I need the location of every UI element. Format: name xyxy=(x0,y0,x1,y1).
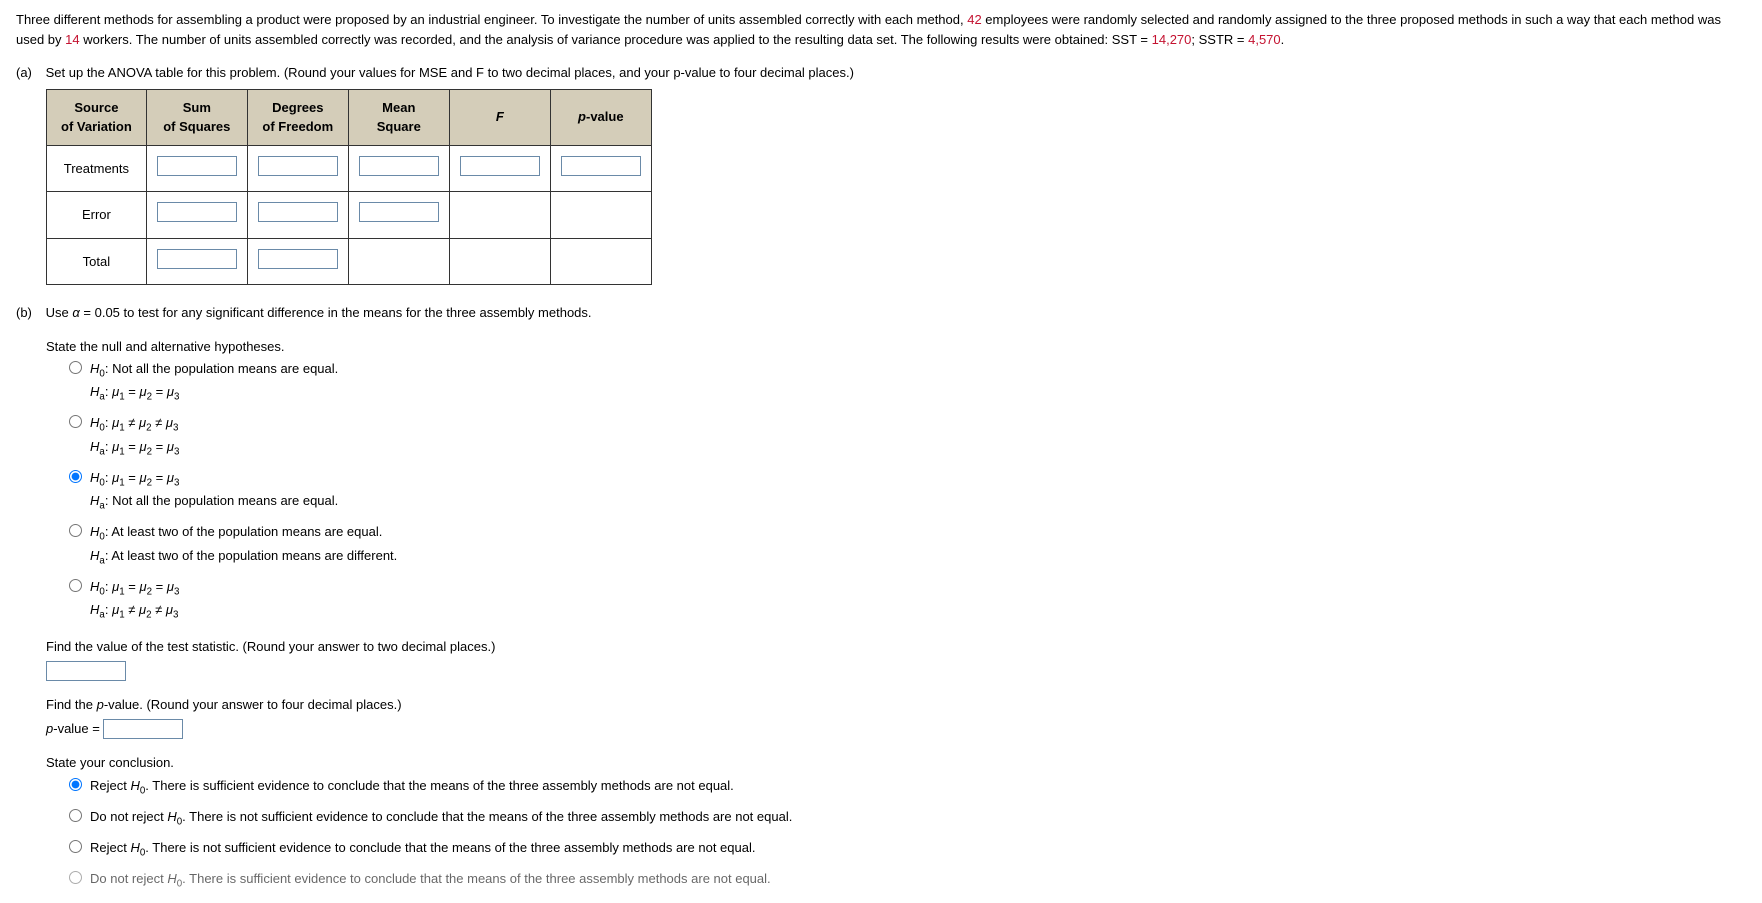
intro-5: . xyxy=(1281,32,1285,47)
radio-hyp-4[interactable] xyxy=(69,524,82,537)
th-source: Source of Variation xyxy=(47,89,147,145)
hyp-option-5: H0: μ1 = μ2 = μ3 Ha: μ1 ≠ μ2 ≠ μ3 xyxy=(64,577,1746,623)
question-intro: Three different methods for assembling a… xyxy=(16,10,1746,49)
num-employees: 42 xyxy=(967,12,981,27)
find-p-text: Find the p-value. (Round your answer to … xyxy=(46,695,1746,715)
th-ss: Sum of Squares xyxy=(146,89,247,145)
conclusion-option-1: Reject H0. There is sufficient evidence … xyxy=(64,776,1746,799)
p-value-label: p-value = xyxy=(46,721,103,736)
input-test-statistic[interactable] xyxy=(46,661,126,681)
hyp-option-4: H0: At least two of the population means… xyxy=(64,522,1746,568)
anova-table: Source of Variation Sum of Squares Degre… xyxy=(46,89,652,286)
th-f: F xyxy=(449,89,550,145)
sst-value: 14,270 xyxy=(1152,32,1192,47)
radio-hyp-1[interactable] xyxy=(69,361,82,374)
radio-hyp-3[interactable] xyxy=(69,470,82,483)
part-b: (b) Use α = 0.05 to test for any signifi… xyxy=(16,303,1746,893)
num-workers: 14 xyxy=(65,32,79,47)
intro-4: ; SSTR = xyxy=(1191,32,1248,47)
input-err-ms[interactable] xyxy=(359,202,439,222)
part-b-text: Use α = 0.05 to test for any significant… xyxy=(46,305,592,320)
conclusion-option-2: Do not reject H0. There is not sufficien… xyxy=(64,807,1746,830)
part-b-label: (b) xyxy=(16,303,42,323)
intro-1: Three different methods for assembling a… xyxy=(16,12,967,27)
th-ms: Mean Square xyxy=(348,89,449,145)
row-treatments-label: Treatments xyxy=(47,145,147,192)
input-err-ss[interactable] xyxy=(157,202,237,222)
th-p: p-value xyxy=(550,89,651,145)
input-treat-p[interactable] xyxy=(561,156,641,176)
part-a-label: (a) xyxy=(16,63,42,83)
input-treat-ms[interactable] xyxy=(359,156,439,176)
radio-hyp-5[interactable] xyxy=(69,579,82,592)
input-p-value[interactable] xyxy=(103,719,183,739)
radio-conc-2[interactable] xyxy=(69,809,82,822)
conclusion-option-3: Reject H0. There is not sufficient evide… xyxy=(64,838,1746,861)
hyp-option-2: H0: μ1 ≠ μ2 ≠ μ3 Ha: μ1 = μ2 = μ3 xyxy=(64,413,1746,459)
table-row: Error xyxy=(47,192,652,239)
radio-conc-1[interactable] xyxy=(69,778,82,791)
sstr-value: 4,570 xyxy=(1248,32,1281,47)
radio-hyp-2[interactable] xyxy=(69,415,82,428)
radio-conc-3[interactable] xyxy=(69,840,82,853)
input-tot-ss[interactable] xyxy=(157,249,237,269)
radio-conc-4[interactable] xyxy=(69,871,82,884)
row-total-label: Total xyxy=(47,238,147,285)
input-err-df[interactable] xyxy=(258,202,338,222)
intro-3: workers. The number of units assembled c… xyxy=(80,32,1152,47)
th-df: Degrees of Freedom xyxy=(247,89,348,145)
conclusion-heading: State your conclusion. xyxy=(46,753,1746,773)
row-error-label: Error xyxy=(47,192,147,239)
part-a-text: Set up the ANOVA table for this problem.… xyxy=(46,65,854,80)
hyp-option-1: H0: Not all the population means are equ… xyxy=(64,359,1746,405)
input-treat-df[interactable] xyxy=(258,156,338,176)
input-tot-df[interactable] xyxy=(258,249,338,269)
input-treat-f[interactable] xyxy=(460,156,540,176)
conclusion-option-4: Do not reject H0. There is sufficient ev… xyxy=(64,869,1746,892)
hyp-option-3: H0: μ1 = μ2 = μ3 Ha: Not all the populat… xyxy=(64,468,1746,514)
input-treat-ss[interactable] xyxy=(157,156,237,176)
table-row: Treatments xyxy=(47,145,652,192)
part-a: (a) Set up the ANOVA table for this prob… xyxy=(16,63,1746,285)
table-row: Total xyxy=(47,238,652,285)
hypotheses-heading: State the null and alternative hypothese… xyxy=(46,337,1746,357)
find-stat-text: Find the value of the test statistic. (R… xyxy=(46,637,1746,657)
